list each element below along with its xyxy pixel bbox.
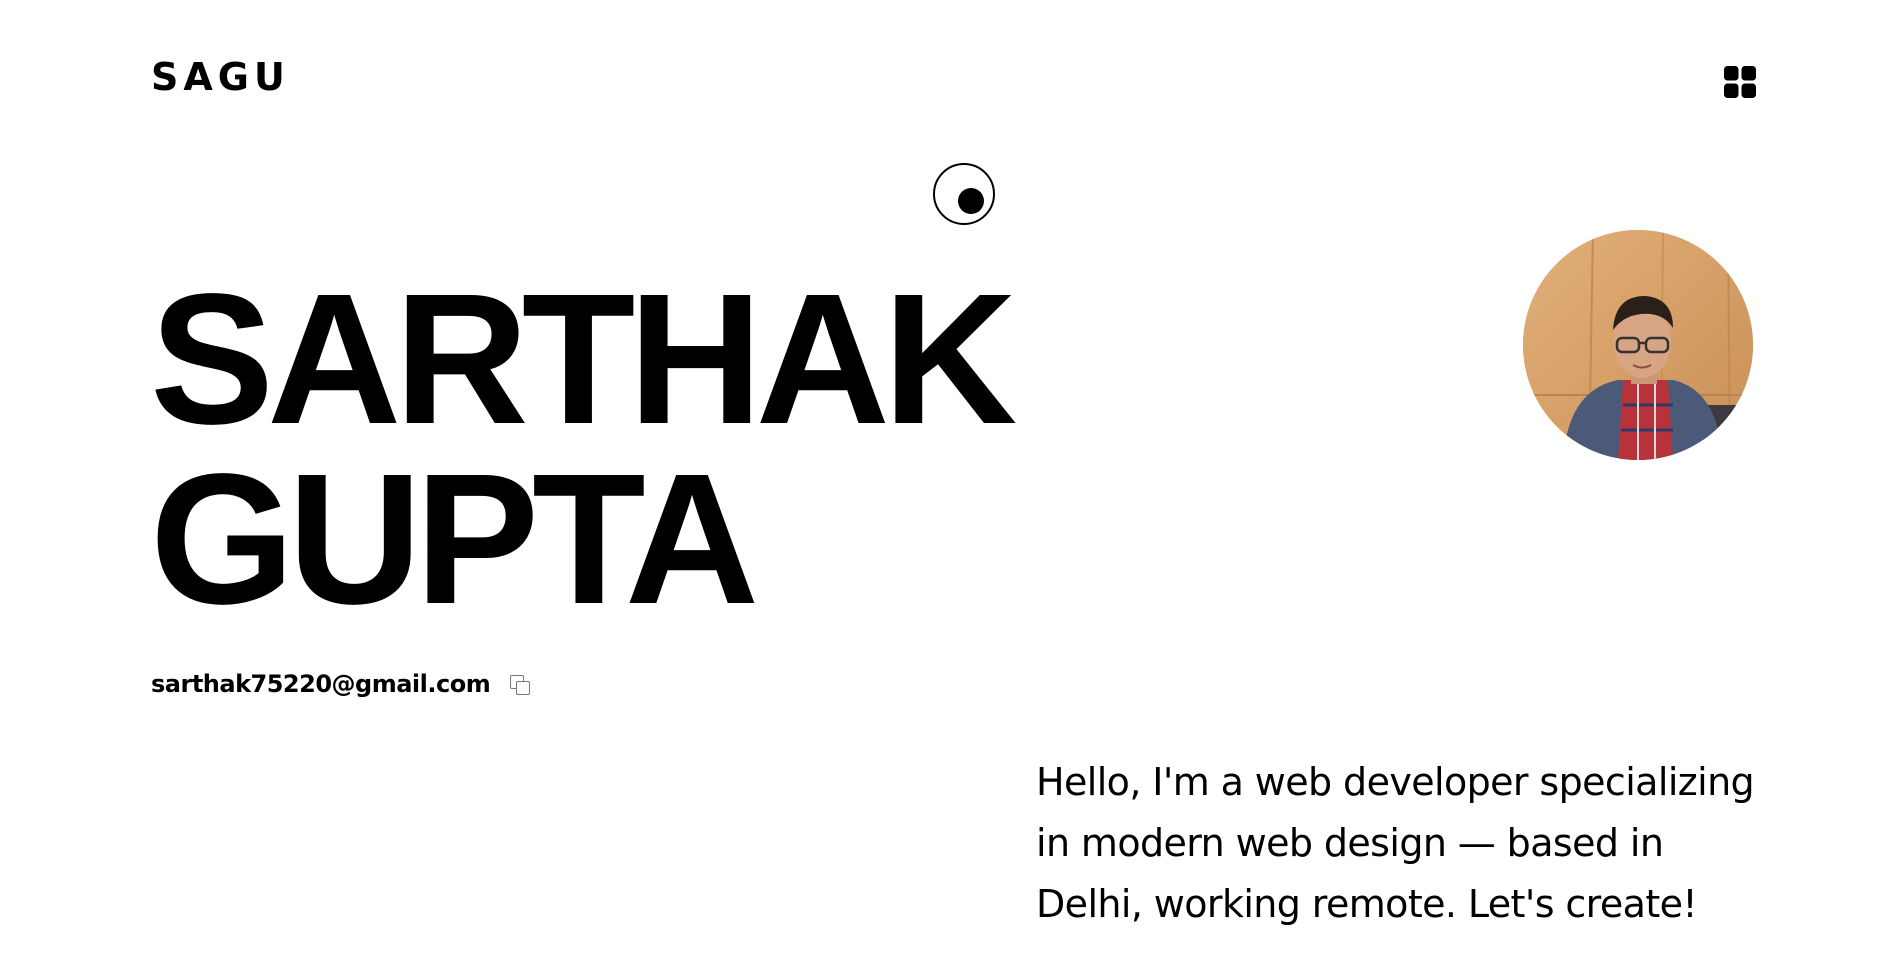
email-address[interactable]: sarthak75220@gmail.com bbox=[151, 670, 491, 698]
grid-icon bbox=[1724, 66, 1756, 98]
portfolio-page: SAGU SARTHAK GUPTA sarthak75220@gmail.co… bbox=[0, 0, 1896, 971]
hero-name: SARTHAK GUPTA bbox=[150, 256, 1017, 643]
email-row: sarthak75220@gmail.com bbox=[151, 670, 531, 698]
custom-cursor-dot bbox=[958, 188, 984, 214]
grid-menu-button[interactable] bbox=[1724, 66, 1756, 98]
hero-name-last: GUPTA bbox=[150, 436, 759, 643]
site-logo[interactable]: SAGU bbox=[151, 58, 290, 96]
intro-text: Hello, I'm a web developer specializing … bbox=[1036, 760, 1755, 926]
profile-avatar bbox=[1523, 230, 1753, 460]
copy-icon[interactable] bbox=[508, 673, 531, 695]
profile-photo bbox=[1523, 230, 1753, 460]
hero-name-first: SARTHAK bbox=[150, 256, 1017, 463]
